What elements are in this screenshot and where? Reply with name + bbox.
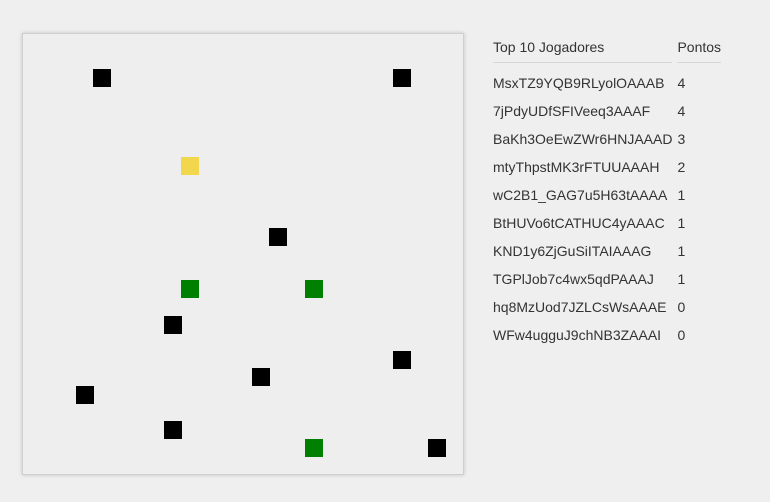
header-players: Top 10 Jogadores bbox=[493, 32, 673, 63]
table-row: TGPlJob7c4wx5qdPAAAJ 1 bbox=[493, 265, 721, 293]
player-cell bbox=[251, 368, 270, 387]
player-cell bbox=[269, 227, 288, 246]
table-row: wC2B1_GAG7u5H63tAAAA 1 bbox=[493, 181, 721, 209]
player-points: 1 bbox=[677, 215, 686, 231]
food-cell bbox=[304, 438, 323, 457]
table-row: BaKh3OeEwZWr6HNJAAAD 3 bbox=[493, 125, 721, 153]
table-row: MsxTZ9YQB9RLyolOAAAB 4 bbox=[493, 63, 721, 97]
player-points: 0 bbox=[677, 327, 686, 343]
game-board[interactable] bbox=[22, 33, 464, 475]
player-points: 4 bbox=[677, 75, 686, 91]
player-name: BtHUVo6tCATHUC4yAAAC bbox=[493, 215, 665, 231]
player-name: 7jPdyUDfSFIVeeq3AAAF bbox=[493, 103, 651, 119]
food-cell bbox=[304, 280, 323, 299]
player-cell bbox=[392, 69, 411, 88]
player-cell bbox=[93, 69, 112, 88]
player-points: 1 bbox=[677, 243, 686, 259]
player-name: mtyThpstMK3rFTUUAAAH bbox=[493, 159, 660, 175]
food-cell bbox=[181, 280, 200, 299]
player-name: WFw4ugguJ9chNB3ZAAAI bbox=[493, 327, 662, 343]
player-name: KND1y6ZjGuSiITAIAAAG bbox=[493, 243, 652, 259]
table-row: BtHUVo6tCATHUC4yAAAC 1 bbox=[493, 209, 721, 237]
player-points: 1 bbox=[677, 271, 686, 287]
table-row: mtyThpstMK3rFTUUAAAH 2 bbox=[493, 153, 721, 181]
player-cell bbox=[163, 421, 182, 440]
player-points: 4 bbox=[677, 103, 686, 119]
table-row: 7jPdyUDfSFIVeeq3AAAF 4 bbox=[493, 97, 721, 125]
player-name: MsxTZ9YQB9RLyolOAAAB bbox=[493, 75, 665, 91]
table-row: KND1y6ZjGuSiITAIAAAG 1 bbox=[493, 237, 721, 265]
player-cell bbox=[392, 350, 411, 369]
player-name: TGPlJob7c4wx5qdPAAAJ bbox=[493, 271, 654, 287]
scoreboard: Top 10 Jogadores Pontos MsxTZ9YQB9RLyolO… bbox=[488, 32, 726, 349]
scoreboard-header: Top 10 Jogadores Pontos bbox=[493, 32, 722, 63]
player-points: 0 bbox=[677, 299, 686, 315]
header-points: Pontos bbox=[677, 32, 722, 63]
own-player-cell bbox=[181, 157, 200, 176]
player-points: 2 bbox=[677, 159, 686, 175]
player-points: 3 bbox=[677, 131, 686, 147]
table-row: WFw4ugguJ9chNB3ZAAAI 0 bbox=[493, 321, 721, 349]
player-points: 1 bbox=[677, 187, 686, 203]
player-name: hq8MzUod7JZLCsWsAAAE bbox=[493, 299, 667, 315]
player-name: wC2B1_GAG7u5H63tAAAA bbox=[493, 187, 668, 203]
player-cell bbox=[163, 315, 182, 334]
player-cell bbox=[427, 438, 446, 457]
player-name: BaKh3OeEwZWr6HNJAAAD bbox=[493, 131, 673, 147]
table-row: hq8MzUod7JZLCsWsAAAE 0 bbox=[493, 293, 721, 321]
player-cell bbox=[75, 386, 94, 404]
